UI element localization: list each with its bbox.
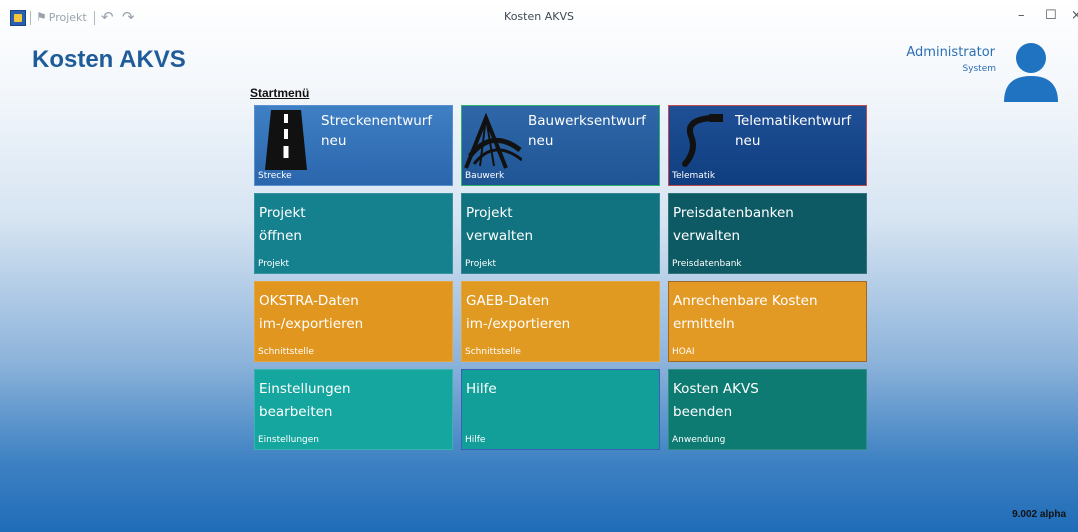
- tile-anrechenbare-kosten[interactable]: Anrechenbare Kosten ermitteln HOAI: [668, 281, 867, 362]
- tile-subtitle: Preisdatenbank: [672, 259, 742, 269]
- road-icon: [265, 110, 307, 170]
- tile-title: Einstellungen bearbeiten: [259, 381, 351, 420]
- window-title: Kosten AKVS: [504, 10, 574, 23]
- tile-subtitle: HOAI: [672, 347, 695, 357]
- tile-streckenentwurf[interactable]: Streckenentwurf neu Strecke: [254, 105, 453, 186]
- tile-subtitle: Telematik: [672, 171, 716, 181]
- tile-hilfe[interactable]: Hilfe Hilfe: [461, 369, 660, 450]
- tile-bauwerksentwurf[interactable]: Bauwerksentwurf neu Bauwerk: [461, 105, 660, 186]
- avatar-icon[interactable]: [1002, 40, 1060, 102]
- version-label: 9.002 alpha: [1012, 509, 1066, 520]
- tile-projekt-verwalten[interactable]: Projekt verwalten Projekt: [461, 193, 660, 274]
- tile-okstra-daten[interactable]: OKSTRA-Daten im-/exportieren Schnittstel…: [254, 281, 453, 362]
- bridge-icon: [464, 112, 522, 169]
- tile-subtitle: Schnittstelle: [258, 347, 314, 357]
- tile-title: GAEB-Daten im-/exportieren: [466, 293, 571, 332]
- tile-title: Projekt verwalten: [466, 205, 534, 244]
- tile-subtitle: Hilfe: [465, 435, 486, 445]
- tile-title: Projekt öffnen: [259, 205, 306, 244]
- tile-subtitle: Projekt: [465, 259, 497, 269]
- user-name: Administrator: [906, 45, 995, 60]
- tile-subtitle: Anwendung: [672, 435, 726, 445]
- maximize-button[interactable]: ☐: [1045, 8, 1057, 23]
- tile-subtitle: Schnittstelle: [465, 347, 521, 357]
- tile-subtitle: Strecke: [258, 171, 292, 181]
- tile-telematikentwurf[interactable]: Telematikentwurf neu Telematik: [668, 105, 867, 186]
- tile-preisdatenbanken[interactable]: Preisdatenbanken verwalten Preisdatenban…: [668, 193, 867, 274]
- tile-title: Streckenentwurf neu: [321, 113, 433, 149]
- start-menu-grid: Streckenentwurf neu Strecke Bauwerksentw…: [254, 105, 867, 450]
- minimize-button[interactable]: –: [1018, 8, 1025, 23]
- user-role: System: [962, 64, 996, 74]
- tile-projekt-oeffnen[interactable]: Projekt öffnen Projekt: [254, 193, 453, 274]
- close-button[interactable]: ×: [1071, 8, 1078, 23]
- tile-title: OKSTRA-Daten im-/exportieren: [259, 293, 364, 332]
- tile-einstellungen[interactable]: Einstellungen bearbeiten Einstellungen: [254, 369, 453, 450]
- tile-subtitle: Projekt: [258, 259, 290, 269]
- tile-title: Anrechenbare Kosten ermitteln: [673, 293, 818, 332]
- menu-title: Startmenü: [250, 86, 310, 100]
- tile-beenden[interactable]: Kosten AKVS beenden Anwendung: [668, 369, 867, 450]
- tile-gaeb-daten[interactable]: GAEB-Daten im-/exportieren Schnittstelle: [461, 281, 660, 362]
- tile-title: Bauwerksentwurf neu: [528, 113, 646, 149]
- title-bar: ⚑ Projekt ↶ ↷ Kosten AKVS – ☐ ×: [0, 0, 1078, 36]
- tile-subtitle: Bauwerk: [465, 171, 505, 181]
- page-title: Kosten AKVS: [32, 46, 186, 73]
- tile-title: Hilfe: [466, 381, 497, 397]
- tile-title: Preisdatenbanken verwalten: [673, 205, 794, 244]
- tile-subtitle: Einstellungen: [258, 435, 320, 445]
- tile-title: Kosten AKVS beenden: [673, 381, 759, 420]
- cable-icon: [682, 114, 723, 167]
- tile-title: Telematikentwurf neu: [735, 113, 852, 149]
